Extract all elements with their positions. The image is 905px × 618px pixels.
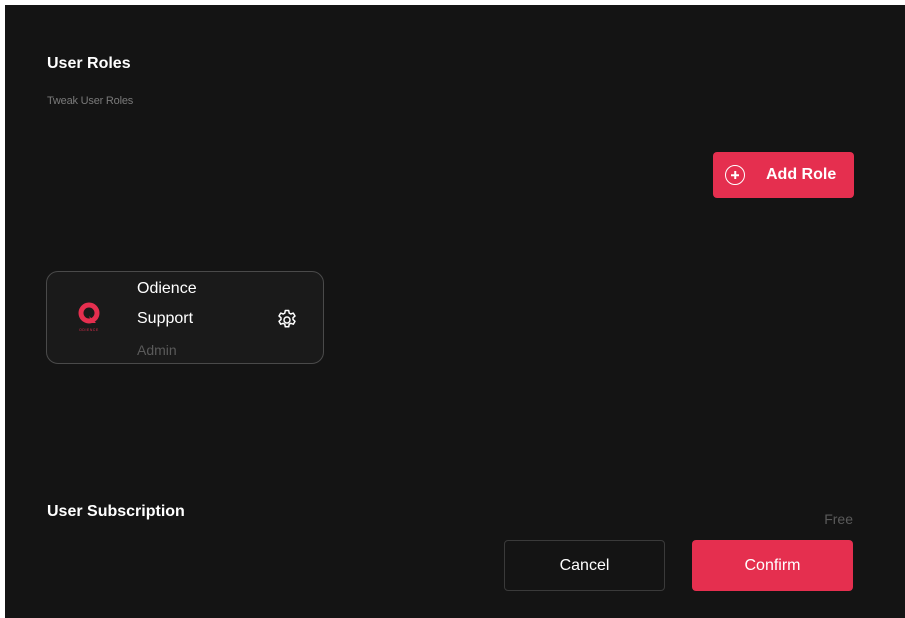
- user-subscription-title: User Subscription: [47, 503, 185, 520]
- logo-wordmark: ODIENCE: [79, 328, 99, 332]
- add-role-label: Add Role: [766, 166, 837, 183]
- role-card[interactable]: ODIENCE Odience Support Admin: [46, 271, 324, 364]
- add-circle-icon: [725, 165, 745, 185]
- gear-icon[interactable]: [275, 308, 299, 332]
- subscription-plan-label: Free: [824, 511, 853, 527]
- user-roles-title: User Roles: [47, 55, 131, 72]
- confirm-button[interactable]: Confirm: [692, 540, 853, 591]
- user-roles-subtitle: Tweak User Roles: [47, 95, 134, 107]
- cancel-button[interactable]: Cancel: [504, 540, 665, 591]
- add-role-button[interactable]: Add Role: [713, 152, 854, 198]
- user-settings-panel: User Roles Tweak User Roles Add Role ODI…: [5, 5, 905, 618]
- role-name-line1: Odience: [137, 280, 197, 297]
- odience-logo: ODIENCE: [77, 302, 101, 332]
- role-type-label: Admin: [137, 342, 177, 358]
- role-name-line2: Support: [137, 310, 194, 327]
